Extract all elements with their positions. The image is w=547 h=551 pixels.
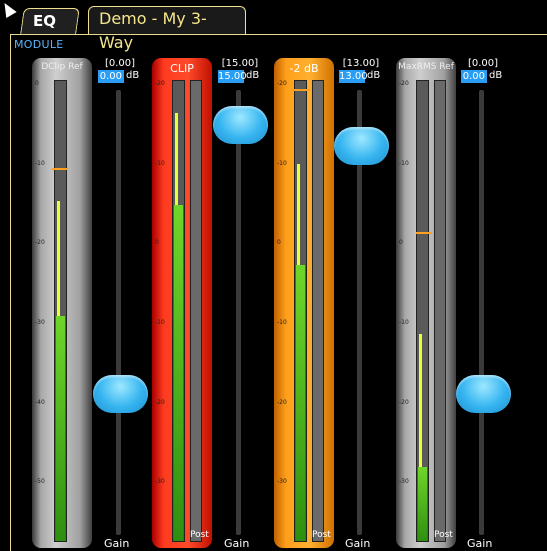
fader-gain-label: Gain [345, 537, 371, 550]
meter-scale: -20 -10 0 -10 -20 -30 [277, 80, 291, 542]
meter-bar [172, 80, 185, 542]
meter-tick-label: -20 [399, 398, 409, 406]
meter-scale: 0 -10 -20 -30 -40 -50 [35, 80, 49, 542]
meter-tick-label: -10 [277, 159, 287, 167]
meter-scale: -20 -10 0 -10 -20 -30 [155, 80, 169, 542]
fader-reference-value: [0.00] [467, 58, 499, 69]
fader-value-field[interactable]: 13.00 [339, 70, 368, 83]
meter-tick-label: 0 [399, 239, 403, 247]
tab-eq[interactable]: EQ [20, 8, 80, 34]
meter-fill [56, 315, 65, 541]
meter-peak [297, 163, 300, 265]
meter-title: -2 dB [289, 62, 319, 75]
fader-unit-label: dB [489, 70, 503, 81]
gain-fader[interactable]: [13.00] 13.00 dB Gain [331, 58, 393, 550]
meter-post-label: Post [434, 530, 453, 540]
meter-peak [419, 334, 422, 468]
meter-peak-hold-marker [294, 89, 310, 92]
fader-knob[interactable] [334, 126, 389, 165]
meter-tick-label: -10 [277, 318, 287, 326]
fader-track[interactable] [116, 90, 121, 535]
meter-tick-label: -20 [35, 239, 45, 247]
meter-tick-label: -40 [35, 398, 45, 406]
level-meter: CLIP -20 -10 0 -10 -20 -30 Post [152, 58, 212, 548]
meter-fill [296, 265, 305, 541]
fader-unit-label: dB [126, 70, 140, 81]
meter-title: CLIP [170, 62, 194, 75]
level-meter: DClip Ref 0 -10 -20 -30 -40 -50 [32, 58, 92, 548]
meter-peak-hold-marker [416, 232, 432, 235]
meter-tick-label: 0 [35, 80, 39, 87]
meter-tick-label: -10 [155, 318, 165, 326]
fader-value-field[interactable]: 15.00 [218, 70, 247, 83]
meter-post-bar [190, 80, 202, 542]
meter-post-label: Post [190, 530, 209, 540]
meter-post-bar [312, 80, 324, 542]
fader-reference-value: [15.00] [221, 58, 259, 69]
meter-bar [416, 80, 429, 542]
meter-tick-label: -20 [399, 80, 409, 87]
fader-track[interactable] [479, 90, 484, 535]
level-meter: MaxRMS Ref -20 -10 0 -10 -20 -30 Post [396, 58, 456, 548]
meter-post-bar [434, 80, 446, 542]
meter-tick-label: -10 [35, 159, 45, 167]
meter-bar [54, 80, 67, 542]
meter-tick-label: 0 [277, 239, 281, 247]
mouse-cursor-icon [0, 0, 17, 19]
module-label: MODULE [14, 38, 64, 51]
fader-reference-value: [0.00] [104, 58, 136, 69]
meter-tick-label: 0 [155, 239, 159, 247]
meter-title: DClip Ref [41, 62, 83, 72]
meter-scale: -20 -10 0 -10 -20 -30 [399, 80, 413, 542]
meter-tick-label: -20 [155, 80, 165, 87]
fader-reference-value: [13.00] [342, 58, 380, 69]
meter-peak-hold-marker [52, 167, 68, 170]
fader-knob[interactable] [93, 374, 148, 413]
meter-tick-label: -10 [399, 318, 409, 326]
fader-value-field[interactable]: 0.00 [98, 70, 124, 83]
meter-tick-label: -30 [35, 318, 45, 326]
meter-fill [418, 467, 427, 541]
meter-peak [57, 200, 60, 316]
meter-peak [175, 113, 178, 206]
gain-fader[interactable]: [15.00] 15.00 dB Gain [210, 58, 272, 550]
fader-gain-label: Gain [104, 537, 130, 550]
meter-title: MaxRMS Ref [398, 62, 454, 72]
tab-demo[interactable]: Demo - My 3-Way [88, 6, 246, 52]
fader-gain-label: Gain [224, 537, 250, 550]
fader-knob[interactable] [456, 374, 511, 413]
meter-tick-label: -50 [35, 478, 45, 486]
meter-tick-label: -30 [399, 478, 409, 486]
meter-tick-label: -10 [155, 159, 165, 167]
level-meter: -2 dB -20 -10 0 -10 -20 -30 Post [274, 58, 334, 548]
tab-bar: EQ Demo - My 3-Way [0, 0, 547, 52]
meter-tick-label: -20 [277, 80, 287, 87]
fader-gain-label: Gain [467, 537, 493, 550]
fader-knob[interactable] [213, 106, 268, 145]
fader-value-field[interactable]: 0.00 [461, 70, 487, 83]
meter-tick-label: -20 [277, 398, 287, 406]
fader-track[interactable] [236, 90, 241, 535]
fader-unit-label: dB [246, 70, 260, 81]
meter-tick-label: -20 [155, 398, 165, 406]
fader-unit-label: dB [367, 70, 381, 81]
meter-tick-label: -30 [155, 478, 165, 486]
meter-tick-label: -10 [399, 159, 409, 167]
gain-fader[interactable]: [0.00] 0.00 dB Gain [453, 58, 515, 550]
meter-tick-label: -30 [277, 478, 287, 486]
meter-bar [294, 80, 307, 542]
meter-post-label: Post [312, 530, 331, 540]
gain-fader[interactable]: [0.00] 0.00 dB Gain [90, 58, 152, 550]
tab-eq-label: EQ [33, 12, 56, 30]
meter-fill [174, 205, 183, 541]
